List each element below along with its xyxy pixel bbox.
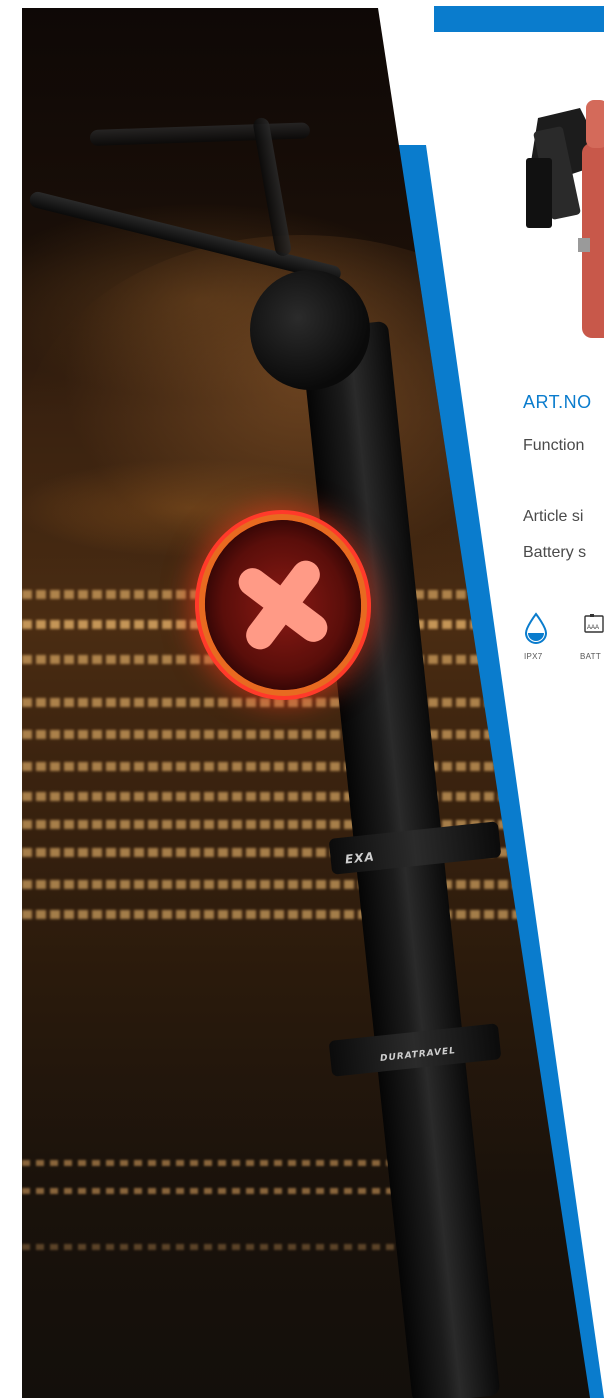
article-number-heading: ART.NO: [523, 392, 592, 412]
tail-light-glowing: [199, 514, 367, 696]
battery-icon: AAA: [584, 614, 604, 639]
battery-label: BATT: [580, 652, 602, 661]
water-drop-icon: [523, 612, 549, 649]
catalog-page: EXA DURATRAVEL ART.NO Function Article s…: [0, 0, 604, 1398]
article-size-spec: Article si: [523, 508, 584, 525]
function-spec: Function: [523, 437, 585, 454]
x-symbol-icon: [238, 560, 328, 650]
product-lifestyle-photo: EXA DURATRAVEL: [22, 8, 590, 1398]
ipx7-label: IPX7: [524, 652, 543, 661]
battery-icon-text: AAA: [587, 625, 599, 631]
top-accent-bar: [434, 6, 604, 32]
battery-spec: Battery s: [523, 544, 587, 561]
tail-light-product-image: [526, 100, 604, 338]
seat-clamp: [250, 270, 370, 390]
